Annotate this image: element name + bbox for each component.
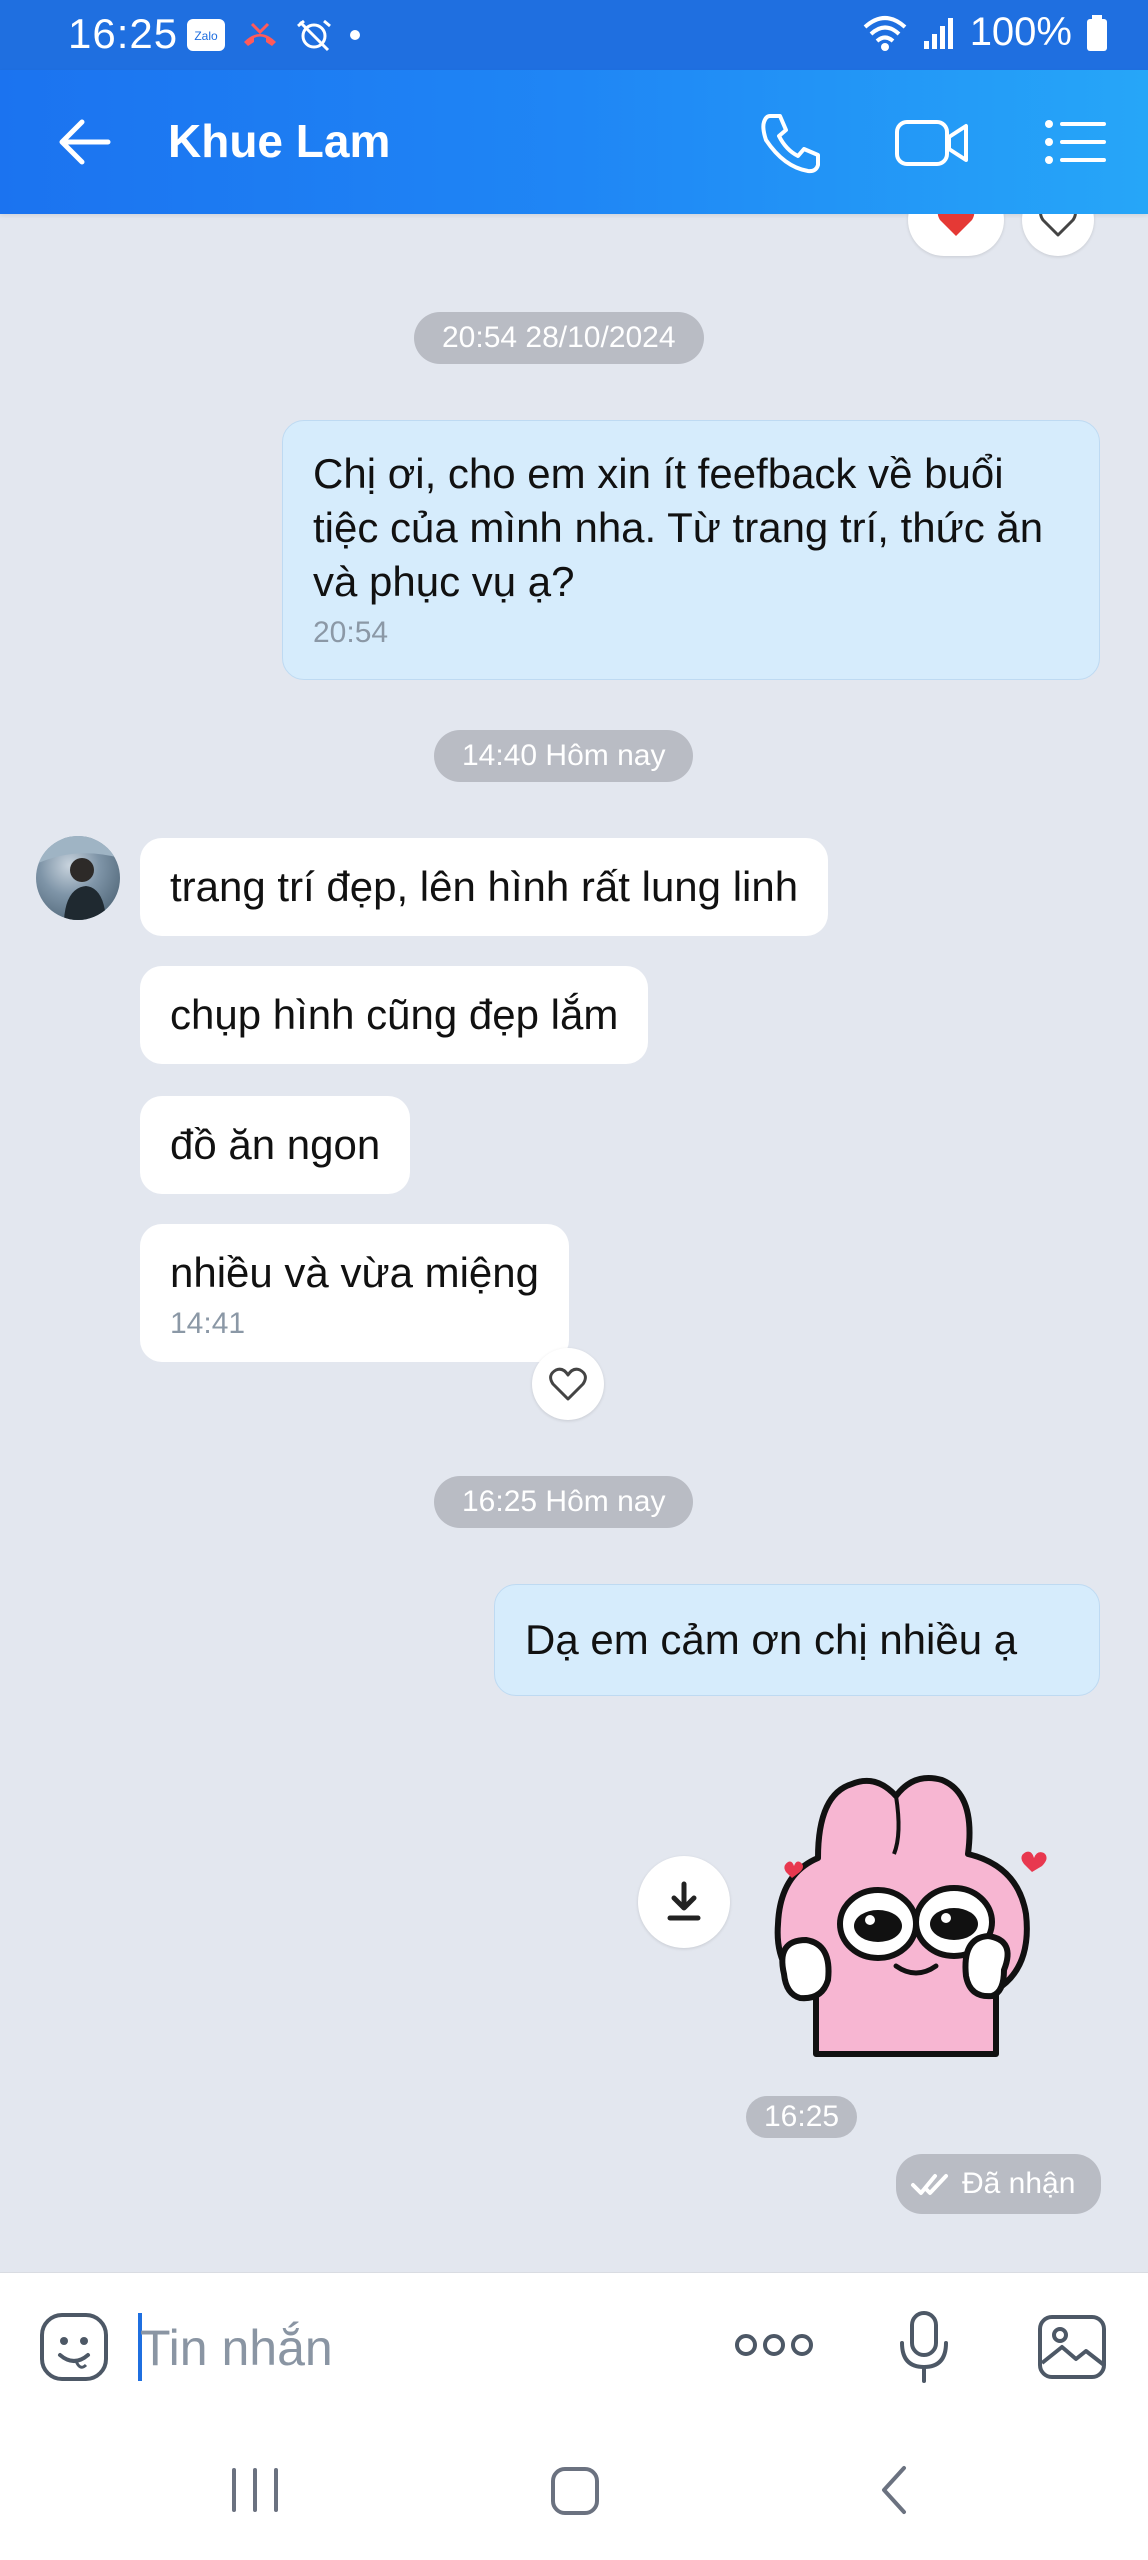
chat-header: Khue Lam [0, 70, 1148, 214]
heart-icon [1039, 214, 1077, 237]
message-input[interactable]: Tin nhắn [140, 2319, 333, 2377]
delivery-status-badge: Đã nhận [896, 2154, 1102, 2214]
message-time: 20:54 [313, 616, 389, 649]
status-right: 100% [862, 10, 1108, 55]
signal-icon [923, 17, 953, 49]
incoming-message[interactable]: trang trí đẹp, lên hình rất lung linh [140, 838, 829, 936]
alarm-off-icon [297, 19, 331, 52]
sticker-time: 16:25 [746, 2096, 858, 2138]
wifi-icon [863, 15, 907, 51]
video-call-icon[interactable] [894, 110, 970, 174]
microphone-icon[interactable] [896, 2309, 952, 2385]
date-separator: 14:40 Hôm nay [434, 730, 694, 782]
heart-react-button[interactable] [532, 1348, 604, 1420]
svg-text:Zalo: Zalo [194, 29, 218, 43]
message-input-bar: Tin nhắn [0, 2272, 1148, 2420]
message-text: chụp hình cũng đẹp lắm [170, 991, 619, 1038]
outgoing-message[interactable]: Chị ơi, cho em xin ít feefback về buổi t… [282, 420, 1100, 680]
message-text: Chị ơi, cho em xin ít feefback về buổi t… [313, 450, 1044, 605]
message-time: 14:41 [170, 1307, 246, 1340]
menu-list-icon[interactable] [1042, 110, 1108, 174]
heart-icon [549, 1367, 587, 1401]
more-dots-icon[interactable] [734, 2329, 814, 2361]
avatar[interactable] [36, 836, 120, 920]
battery-percent: 100% [969, 10, 1072, 54]
double-check-icon [911, 2174, 948, 2195]
missed-call-icon [244, 22, 276, 46]
notification-icons: Zalo [186, 18, 362, 52]
incoming-message[interactable]: nhiều và vừa miệng 14:41 [140, 1224, 569, 1362]
download-icon [667, 1881, 701, 1921]
more-notifications-dot-icon [350, 30, 360, 40]
date-separator: 20:54 28/10/2024 [414, 312, 704, 364]
previous-heart-react-button[interactable] [1022, 214, 1094, 256]
bunny-sticker[interactable] [756, 1754, 1086, 2064]
message-text: trang trí đẹp, lên hình rất lung linh [170, 863, 799, 910]
incoming-message[interactable]: đồ ăn ngon [140, 1096, 411, 1194]
battery-icon [1087, 14, 1107, 51]
phone-icon[interactable] [756, 110, 824, 174]
sticker-emoji-icon[interactable] [38, 2311, 110, 2383]
delivery-status-text: Đã nhận [962, 2167, 1076, 2200]
incoming-message[interactable]: chụp hình cũng đẹp lắm [140, 966, 649, 1064]
previous-reaction-badge[interactable] [908, 214, 1004, 256]
image-icon[interactable] [1036, 2311, 1108, 2383]
status-time: 16:25 [68, 10, 179, 57]
system-nav-bar [0, 2420, 1148, 2560]
message-text: nhiều và vừa miệng [170, 1249, 539, 1296]
avatar-photo-icon [36, 836, 120, 920]
heart-filled-icon [937, 214, 975, 236]
date-separator: 16:25 Hôm nay [434, 1476, 694, 1528]
message-text: Dạ em cảm ơn chị nhiều ạ [525, 1616, 1018, 1663]
nav-back-icon[interactable] [874, 2462, 914, 2518]
message-text: đồ ăn ngon [170, 1121, 381, 1168]
outgoing-message[interactable]: Dạ em cảm ơn chị nhiều ạ [494, 1584, 1100, 1696]
download-sticker-button[interactable] [638, 1856, 730, 1948]
home-icon[interactable] [548, 2464, 602, 2518]
status-bar: 16:25 Zalo 100% [0, 0, 1148, 70]
contact-name[interactable]: Khue Lam [168, 114, 390, 168]
back-arrow-icon[interactable] [52, 110, 116, 174]
recent-apps-icon[interactable] [228, 2464, 282, 2516]
zalo-notification-icon: Zalo [187, 19, 225, 51]
chat-area[interactable]: 20:54 28/10/2024 Chị ơi, cho em xin ít f… [0, 214, 1148, 2272]
